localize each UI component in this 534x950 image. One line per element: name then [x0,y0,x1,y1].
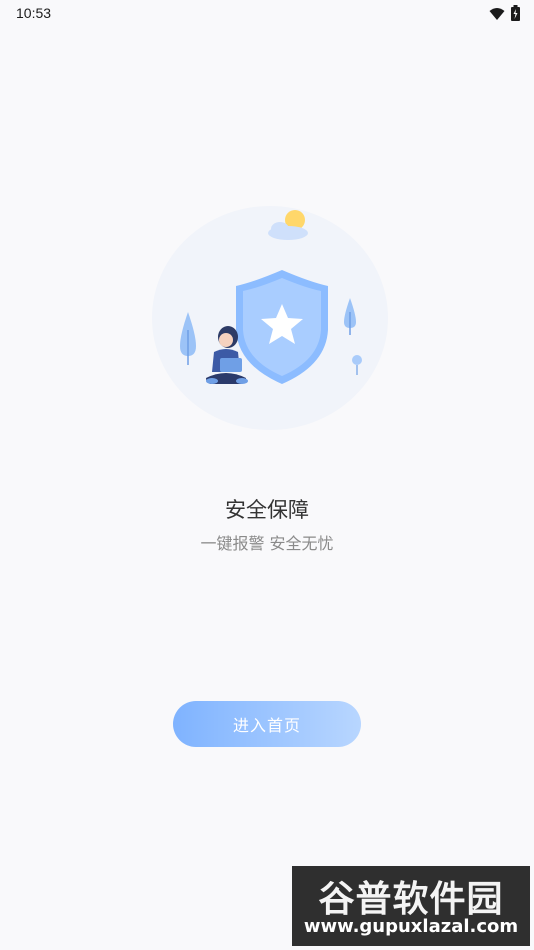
page-title: 安全保障 [225,498,309,522]
status-icons [489,5,520,25]
watermark-logo: 谷普软件园 [318,879,504,920]
status-time: 10:53 [16,5,52,21]
wifi-icon [489,6,505,25]
battery-icon [511,5,520,25]
page-subtitle: 一键报警 安全无忧 [200,534,334,553]
status-bar: 10:53 [0,0,534,28]
watermark-url: www.gupuxlazal.com [303,916,519,937]
security-illustration [140,200,390,440]
enter-home-button[interactable]: 进入首页 [173,701,361,747]
watermark: 谷普软件园 www.gupuxlazal.com [292,866,530,946]
